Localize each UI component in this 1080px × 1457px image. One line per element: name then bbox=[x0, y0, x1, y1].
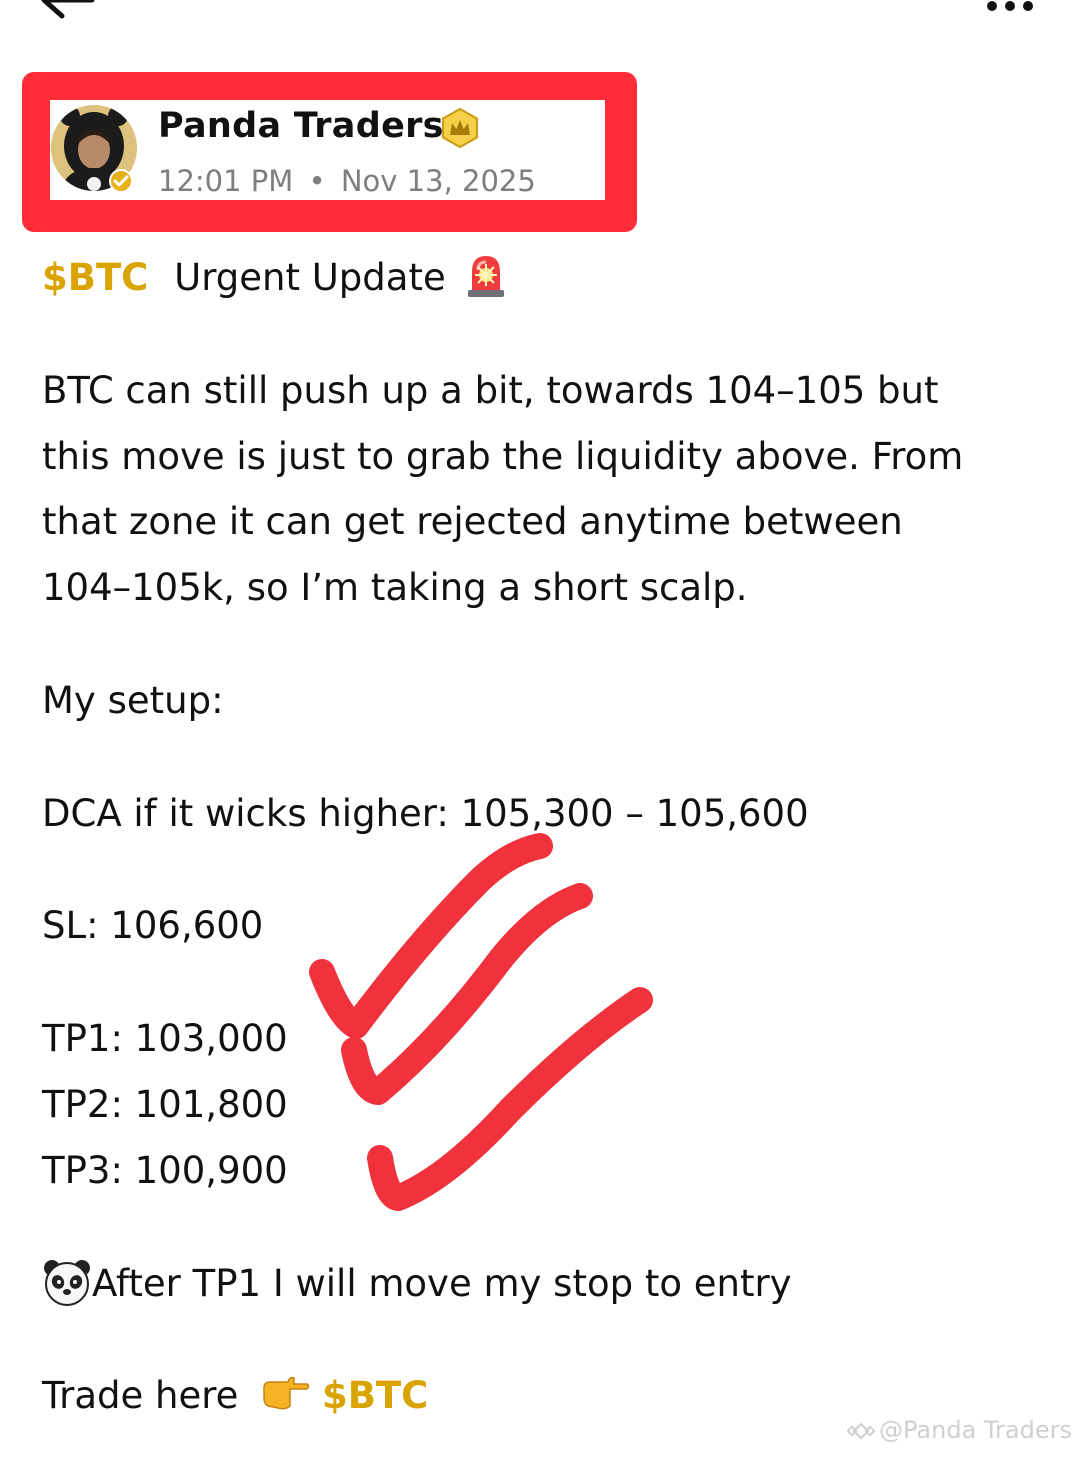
trade-cashtag-link[interactable]: $BTC bbox=[322, 1374, 428, 1417]
post-timestamp: 12:01 PM • Nov 13, 2025 bbox=[158, 162, 536, 200]
avatar[interactable] bbox=[50, 102, 138, 194]
trade-here-line: Trade here $BTC bbox=[42, 1372, 428, 1420]
paragraph-line-3: that zone it can get rejected anytime be… bbox=[42, 500, 903, 543]
stop-loss-line: SL: 106,600 bbox=[42, 904, 264, 947]
post-title-text: Urgent Update bbox=[174, 256, 446, 299]
check-mark-2 bbox=[341, 883, 593, 1105]
paragraph-line-1: BTC can still push up a bit, towards 104… bbox=[42, 369, 939, 412]
tp3-line: TP3: 100,900 bbox=[42, 1149, 288, 1192]
watermark-logo-icon bbox=[847, 1422, 876, 1440]
post-title: $BTC Urgent Update bbox=[42, 254, 508, 304]
separator-dot: • bbox=[308, 164, 326, 198]
post-time: 12:01 PM bbox=[158, 164, 294, 198]
cashtag-link[interactable]: $BTC bbox=[42, 256, 148, 299]
setup-label: My setup: bbox=[42, 679, 224, 722]
pointing-hand-emoji-icon bbox=[263, 1376, 310, 1409]
after-tp1-text: After TP1 I will move my stop to entry bbox=[92, 1262, 792, 1305]
back-arrow-icon[interactable] bbox=[36, 0, 96, 22]
verified-check-icon bbox=[109, 169, 133, 193]
author-name[interactable]: Panda Traders bbox=[158, 104, 444, 148]
after-tp1-line: After TP1 I will move my stop to entry bbox=[42, 1259, 792, 1310]
watermark: @Panda Traders bbox=[847, 1414, 1072, 1446]
trade-here-text: Trade here bbox=[42, 1374, 239, 1417]
tp2-line: TP2: 101,800 bbox=[42, 1083, 288, 1126]
siren-emoji-icon bbox=[467, 255, 504, 297]
check-mark-3 bbox=[367, 987, 653, 1211]
post-date: Nov 13, 2025 bbox=[340, 164, 536, 198]
paragraph-line-4: 104–105k, so I’m taking a short scalp. bbox=[42, 566, 748, 609]
paragraph-line-2: this move is just to grab the liquidity … bbox=[42, 435, 964, 478]
panda-emoji-icon bbox=[44, 1259, 90, 1306]
watermark-text: @Panda Traders bbox=[879, 1416, 1072, 1444]
check-mark-1 bbox=[309, 833, 553, 1039]
more-dots-icon[interactable] bbox=[986, 0, 1038, 16]
crown-badge-icon bbox=[442, 108, 478, 148]
dca-line: DCA if it wicks higher: 105,300 – 105,60… bbox=[42, 792, 809, 835]
tp1-line: TP1: 103,000 bbox=[42, 1017, 288, 1060]
